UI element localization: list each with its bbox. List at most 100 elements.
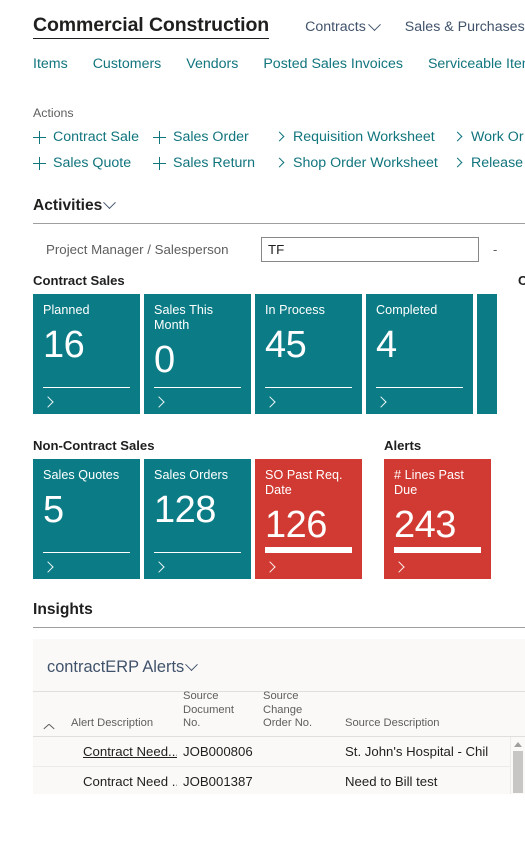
filter-trailing-dash: - [493, 242, 498, 257]
cell-alert-description[interactable]: Contract Need ... [65, 774, 177, 789]
column-header-alert-description[interactable]: Alert Description [65, 717, 177, 731]
action-shop-order-worksheet-label: Shop Order Worksheet [293, 155, 438, 171]
tile-completed[interactable]: Completed 4 [366, 294, 473, 414]
nav-link-posted-sales-invoices[interactable]: Posted Sales Invoices [263, 56, 403, 72]
chevron-down-icon [185, 658, 199, 672]
nav-menu-sales-purchases[interactable]: Sales & Purchases [405, 19, 525, 35]
cell-source-document-no: JOB001387 [183, 774, 253, 789]
tile-lines-past-due-title: # Lines Past Due [394, 468, 464, 497]
chevron-right-icon[interactable] [264, 561, 276, 573]
chevron-right-icon[interactable] [264, 396, 276, 408]
tile-underline [265, 547, 352, 553]
insights-divider [33, 627, 525, 628]
tile-sales-orders-value: 128 [154, 488, 216, 531]
nav-menu-sales-purchases-label: Sales & Purchases [404, 19, 525, 35]
actions-caption: Actions [33, 106, 74, 120]
chevron-right-icon[interactable] [153, 561, 165, 573]
nav-menu-contracts-label: Contracts [305, 19, 366, 35]
chevron-right-icon[interactable] [42, 396, 54, 408]
nav-link-customers[interactable]: Customers [93, 56, 162, 72]
action-release[interactable]: Release [453, 155, 525, 171]
cell-source-document-no: JOB000806 [183, 744, 253, 759]
project-manager-input[interactable] [261, 237, 479, 262]
insights-title: Insights [33, 601, 93, 618]
company-title[interactable]: Commercial Construction [33, 14, 269, 39]
tile-lines-past-due[interactable]: # Lines Past Due 243 [384, 459, 491, 579]
non-contract-sales-band: Non-Contract Sales Sales Quotes 5 Sales … [0, 438, 525, 579]
nav-link-serviceable-items[interactable]: Serviceable Items [428, 56, 525, 72]
tile-sales-quotes[interactable]: Sales Quotes 5 [33, 459, 140, 579]
chevron-right-icon[interactable] [42, 561, 54, 573]
tile-sales-this-month-value: 0 [154, 338, 175, 381]
plus-icon [33, 130, 46, 144]
tile-in-process[interactable]: In Process 45 [255, 294, 362, 414]
cell-source-description: St. John's Hospital - Chil [345, 744, 489, 759]
chevron-right-icon[interactable] [375, 396, 387, 408]
alerts-table: Alert Description Source Document No. So… [33, 690, 525, 794]
nav-menu-contracts[interactable]: Contracts [305, 17, 381, 35]
action-requisition-worksheet-label: Requisition Worksheet [293, 129, 435, 145]
action-sales-return[interactable]: Sales Return [153, 155, 275, 171]
contract-sales-tiles: Planned 16 Sales This Month 0 In Process… [0, 294, 525, 414]
arrow-right-icon [453, 132, 464, 143]
nav-link-items[interactable]: Items [33, 56, 68, 72]
action-contract-sale[interactable]: Contract Sale [33, 129, 153, 145]
top-navigation-bar: Commercial Construction Contracts Sales … [0, 0, 525, 42]
tile-sales-orders[interactable]: Sales Orders 128 [144, 459, 251, 579]
tile-in-process-value: 45 [265, 323, 307, 366]
column-header-source-change-order-no[interactable]: Source Change Order No. [257, 690, 339, 731]
contract-sales-label: Contract Sales [33, 273, 125, 288]
action-release-label: Release [471, 155, 524, 171]
project-manager-label: Project Manager / Salesperson [46, 242, 229, 257]
cell-alert-description-text: Contract Need ... [83, 774, 177, 789]
tile-planned[interactable]: Planned 16 [33, 294, 140, 414]
column-header-source-document-no[interactable]: Source Document No. [177, 690, 257, 731]
cell-alert-description[interactable]: Contract Need... [65, 737, 177, 766]
contracterp-alerts-header[interactable]: contractERP Alerts [33, 640, 199, 677]
arrow-right-icon [275, 132, 286, 143]
action-work-order-label: Work Or [471, 129, 524, 145]
tile-underline [265, 386, 352, 388]
action-sales-return-label: Sales Return [173, 155, 256, 171]
action-sales-quote[interactable]: Sales Quote [33, 155, 153, 171]
caret-up-icon [44, 723, 55, 730]
action-sales-order-label: Sales Order [173, 129, 249, 145]
chevron-down-icon [103, 196, 117, 210]
contract-sales-cutoff-label: C [518, 273, 525, 288]
scroll-up-arrow-icon[interactable] [514, 742, 522, 747]
tile-planned-title: Planned [43, 303, 90, 317]
tile-underline [376, 386, 463, 388]
chevron-right-icon[interactable] [393, 561, 405, 573]
tile-sales-quotes-title: Sales Quotes [43, 468, 120, 482]
chevron-right-icon[interactable] [153, 396, 165, 408]
alerts-group: Alerts # Lines Past Due 243 [384, 438, 491, 579]
action-work-order[interactable]: Work Or [453, 129, 525, 145]
action-shop-order-worksheet[interactable]: Shop Order Worksheet [275, 155, 453, 171]
action-requisition-worksheet[interactable]: Requisition Worksheet [275, 129, 453, 145]
non-contract-sales-label: Non-Contract Sales [33, 438, 155, 453]
tile-clipped-offscreen[interactable] [477, 294, 497, 414]
tile-in-process-title: In Process [265, 303, 325, 317]
cell-alert-description-link[interactable]: Contract Need... [71, 744, 177, 759]
nav-link-vendors[interactable]: Vendors [186, 56, 238, 72]
plus-icon [33, 156, 46, 170]
sort-toggle[interactable] [33, 723, 65, 731]
dashboard-page: Commercial Construction Contracts Sales … [0, 0, 525, 855]
plus-icon [153, 156, 166, 170]
tile-completed-value: 4 [376, 323, 397, 366]
tile-so-past-req-date[interactable]: SO Past Req. Date 126 [255, 459, 362, 579]
table-vertical-scrollbar[interactable] [510, 737, 525, 794]
action-sales-order[interactable]: Sales Order [153, 129, 275, 145]
chevron-down-icon [367, 17, 381, 31]
actions-grid: Contract Sale Sales Order Requisition Wo… [33, 129, 525, 171]
table-row[interactable]: Contract Need... JOB000806 St. John's Ho… [33, 737, 525, 767]
scrollbar-thumb[interactable] [513, 751, 523, 793]
activities-header[interactable]: Activities [33, 196, 117, 215]
table-row[interactable]: Contract Need ... JOB001387 Need to Bill… [33, 767, 525, 794]
arrow-right-icon [453, 158, 464, 169]
insights-header: Insights [33, 601, 93, 619]
tile-underline [154, 551, 241, 553]
column-header-source-description[interactable]: Source Description [339, 717, 514, 731]
alerts-table-header: Alert Description Source Document No. So… [33, 690, 525, 737]
tile-sales-this-month[interactable]: Sales This Month 0 [144, 294, 251, 414]
